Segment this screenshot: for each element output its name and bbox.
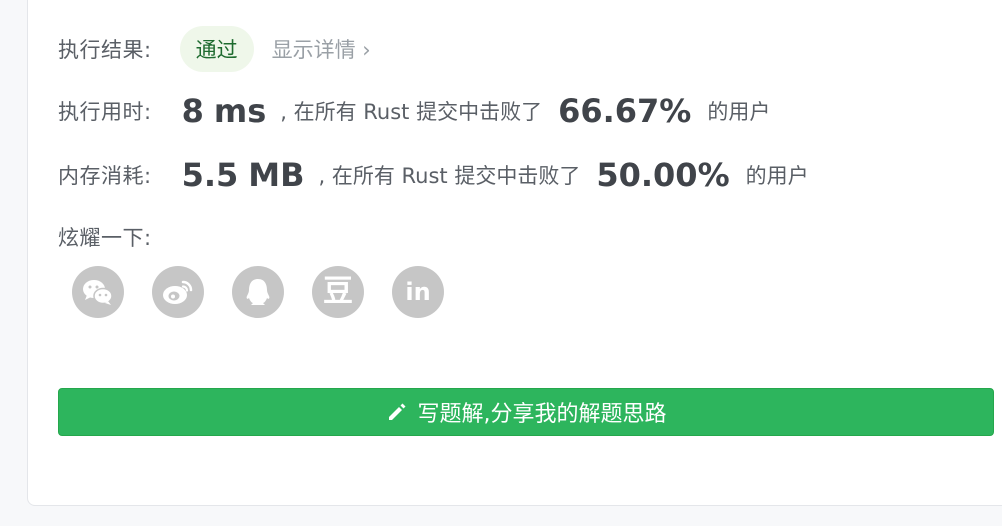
share-douban-button[interactable]: 豆 [312,266,364,318]
douban-icon: 豆 [323,274,353,309]
linkedin-icon: in [405,278,431,306]
memory-percent: 50.00% [596,156,730,194]
memory-label: 内存消耗: [58,164,152,188]
share-label: 炫耀一下: [58,226,152,250]
memory-users-text: 的用户 [745,164,809,188]
share-wechat-button[interactable] [72,266,124,318]
share-linkedin-button[interactable]: in [392,266,444,318]
result-row: 执行结果: 通过 显示详情 › [58,26,371,72]
write-solution-button[interactable]: 写题解,分享我的解题思路 [58,388,994,436]
share-row-label: 炫耀一下: [58,222,152,252]
memory-beat-text: , 在所有 Rust 提交中击败了 [318,164,581,188]
qq-icon [246,279,270,305]
share-weibo-button[interactable] [152,266,204,318]
status-badge: 通过 [179,26,254,72]
weibo-icon [163,280,193,304]
share-qq-button[interactable] [232,266,284,318]
runtime-value: 8 ms [181,92,267,130]
share-buttons: 豆 in [72,266,444,318]
runtime-row: 执行用时: 8 ms , 在所有 Rust 提交中击败了 66.67% 的用户 [58,92,770,130]
runtime-beat-text: , 在所有 Rust 提交中击败了 [280,100,543,124]
result-label: 执行结果: [58,38,152,62]
memory-value: 5.5 MB [181,156,305,194]
memory-row: 内存消耗: 5.5 MB , 在所有 Rust 提交中击败了 50.00% 的用户 [58,156,809,194]
show-details-link[interactable]: 显示详情 › [272,34,371,64]
pencil-icon [386,401,408,423]
runtime-label: 执行用时: [58,100,152,124]
wechat-icon [83,280,113,305]
runtime-percent: 66.67% [558,92,692,130]
write-solution-label: 写题解,分享我的解题思路 [417,402,667,427]
runtime-users-text: 的用户 [707,100,771,124]
